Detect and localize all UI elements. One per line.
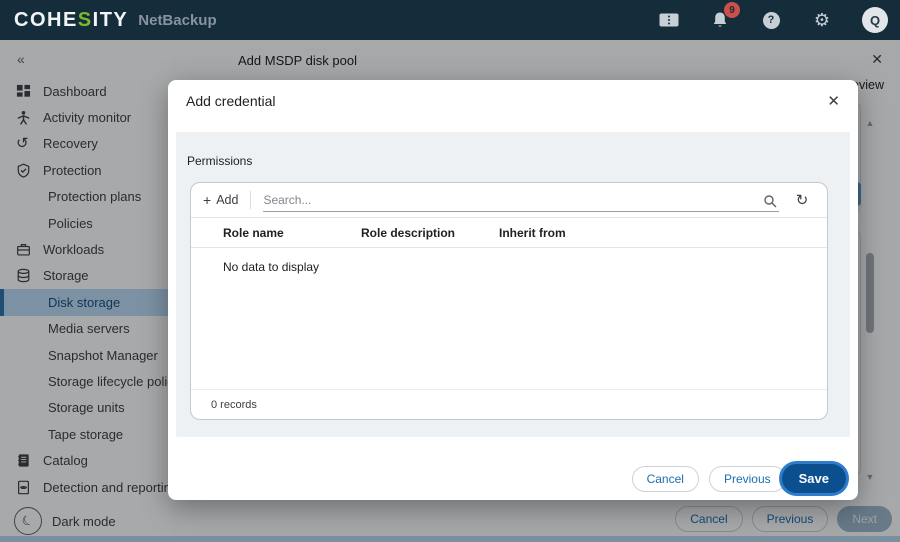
- table-records-count: 0 records: [191, 389, 827, 419]
- refresh-icon[interactable]: ↻: [789, 191, 815, 209]
- cohesity-logo: COHESITY: [14, 8, 129, 31]
- dialog-footer-actions: Cancel Previous Save: [631, 464, 846, 493]
- help-icon[interactable]: ?: [760, 9, 782, 31]
- add-credential-dialog: Add credential ✕ Permissions + Add Searc…: [168, 80, 858, 500]
- column-header-role-description: Role description: [361, 225, 456, 240]
- permissions-section-label: Permissions: [187, 154, 253, 168]
- user-avatar[interactable]: Q: [862, 7, 888, 33]
- add-permission-button[interactable]: + Add: [203, 192, 238, 208]
- product-name: NetBackup: [138, 11, 217, 29]
- settings-gear-icon[interactable]: ⚙: [811, 9, 833, 31]
- top-app-bar: COHESITY NetBackup 9 ? ⚙ Q: [0, 0, 900, 40]
- notifications-bell-icon[interactable]: 9: [709, 2, 740, 31]
- notification-count-badge: 9: [724, 2, 740, 18]
- column-header-role-name: Role name: [223, 225, 284, 240]
- dialog-cancel-button[interactable]: Cancel: [631, 465, 699, 492]
- search-icon: [763, 194, 777, 208]
- license-ticket-icon[interactable]: [658, 9, 680, 31]
- permissions-table: + Add Search... ↻ Role name Role descrip…: [190, 182, 828, 420]
- dialog-save-button[interactable]: Save: [781, 464, 846, 493]
- dialog-close-icon[interactable]: ✕: [827, 92, 840, 110]
- table-toolbar: + Add Search... ↻: [191, 183, 827, 217]
- dialog-title: Add credential: [186, 93, 276, 109]
- permissions-panel: Permissions + Add Search... ↻ Role name: [176, 132, 850, 437]
- column-header-inherit-from: Inherit from: [499, 225, 566, 240]
- dialog-previous-button[interactable]: Previous: [708, 465, 786, 492]
- plus-icon: +: [203, 192, 212, 208]
- toolbar-divider: [250, 191, 252, 209]
- table-header-row: Role name Role description Inherit from: [191, 217, 827, 247]
- search-placeholder: Search...: [263, 192, 312, 207]
- search-input[interactable]: Search...: [263, 188, 779, 212]
- table-empty-state: No data to display: [191, 247, 827, 389]
